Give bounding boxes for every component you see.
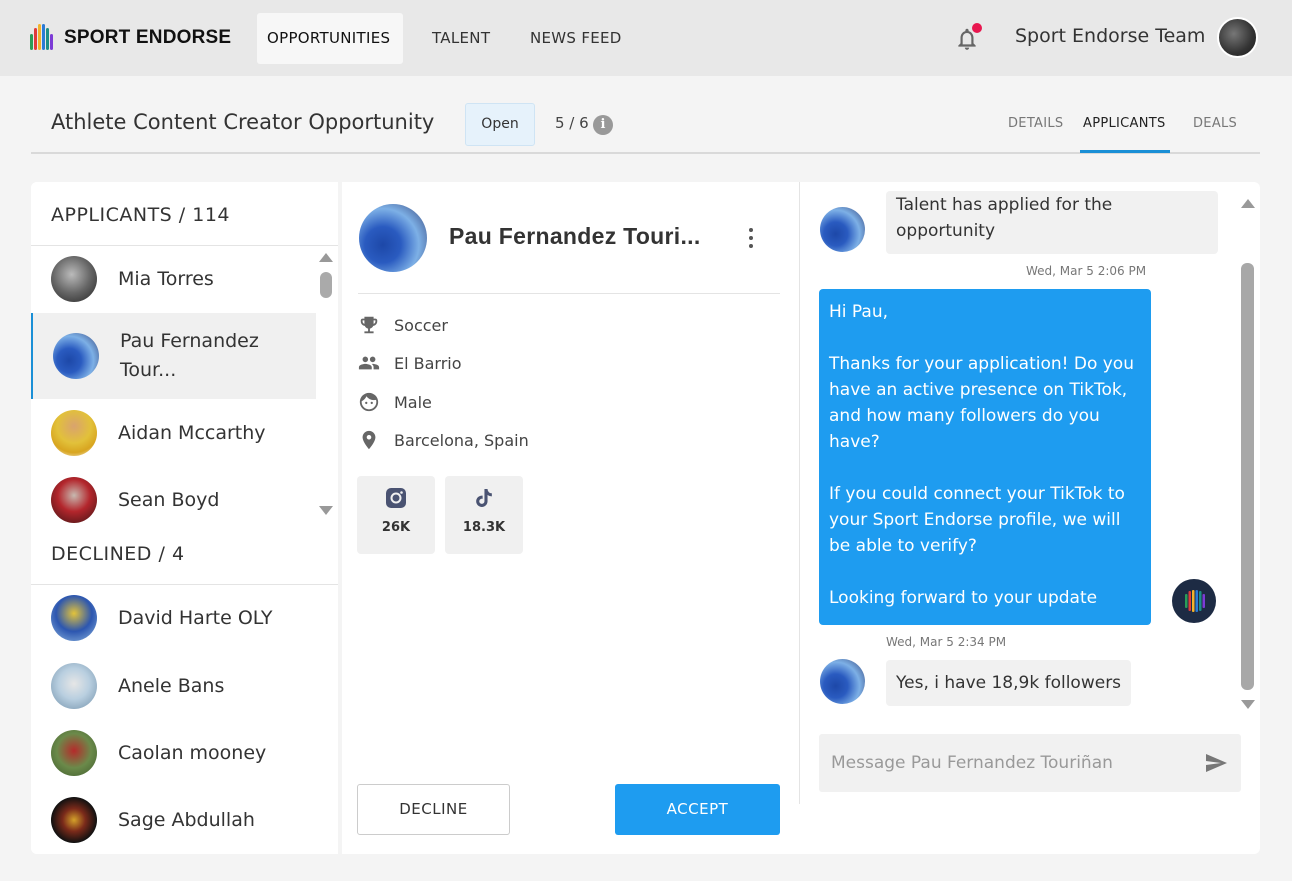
tiktok-followers: 18.3K	[462, 520, 506, 535]
sport-value: Soccer	[394, 315, 448, 335]
declined-name: Caolan mooney	[118, 741, 267, 764]
brand-logo[interactable]: SPORT ENDORSE	[30, 24, 231, 52]
avatar	[51, 797, 97, 843]
applicants-divider	[31, 245, 338, 246]
chat-scroll-down-arrow-icon[interactable]	[1241, 700, 1255, 709]
avatar	[51, 595, 97, 641]
tab-deals[interactable]: DEALS	[1193, 116, 1237, 131]
nav-opportunities[interactable]: OPPORTUNITIES	[257, 13, 403, 64]
opportunity-title: Athlete Content Creator Opportunity	[51, 110, 435, 134]
tabs-divider	[31, 152, 1260, 154]
gender-value: Male	[394, 392, 432, 412]
applicant-name: Mia Torres	[118, 267, 214, 290]
avatar	[51, 410, 97, 456]
talent-chat-avatar	[820, 207, 865, 252]
message-timestamp: Wed, Mar 5 2:06 PM	[1026, 264, 1147, 278]
instagram-icon	[386, 488, 406, 508]
location-row: Barcelona, Spain	[358, 429, 529, 451]
message-timestamp: Wed, Mar 5 2:34 PM	[886, 635, 1007, 649]
avatar	[51, 477, 97, 523]
club-value: El Barrio	[394, 353, 462, 373]
team-chat-avatar	[1172, 579, 1216, 623]
decline-button[interactable]: DECLINE	[357, 784, 510, 835]
chat-divider	[799, 182, 800, 804]
avatar	[51, 256, 97, 302]
applicant-name: Aidan Mccarthy	[118, 421, 266, 444]
avatar	[53, 333, 99, 379]
message-bubble-sent: Hi Pau, Thanks for your application! Do …	[819, 289, 1151, 625]
message-input[interactable]	[831, 750, 1191, 776]
column-gap	[338, 182, 342, 854]
instagram-stat[interactable]: 26K	[357, 476, 435, 554]
face-icon	[359, 392, 379, 412]
logo-icon	[1185, 590, 1205, 612]
profile-name: Pau Fernandez Touri...	[449, 223, 701, 249]
applicants-heading: APPLICANTS / 114	[51, 204, 231, 226]
club-row: El Barrio	[358, 352, 462, 374]
profile-divider	[358, 293, 780, 294]
declined-item[interactable]: Caolan mooney	[31, 729, 316, 777]
declined-divider	[31, 584, 338, 585]
applicant-name: Sean Boyd	[118, 488, 220, 511]
applicant-item[interactable]: Sean Boyd	[31, 476, 316, 524]
declined-name: Anele Bans	[118, 674, 225, 697]
notification-badge	[972, 23, 982, 33]
declined-item[interactable]: David Harte OLY	[31, 594, 316, 642]
gender-row: Male	[358, 391, 432, 413]
trophy-icon	[360, 316, 378, 334]
user-name[interactable]: Sport Endorse Team	[1015, 25, 1205, 47]
applicant-item[interactable]: Aidan Mccarthy	[31, 409, 316, 457]
profile-avatar[interactable]	[359, 204, 427, 272]
message-bubble: Talent has applied for the opportunity	[886, 191, 1218, 254]
applicant-item-selected[interactable]: Pau Fernandez Tour...	[31, 313, 316, 399]
avatar	[51, 663, 97, 709]
logo-icon	[30, 24, 54, 52]
chat-scrollbar-thumb[interactable]	[1241, 263, 1254, 690]
scroll-down-arrow-icon[interactable]	[319, 506, 333, 515]
location-value: Barcelona, Spain	[394, 430, 529, 450]
info-icon[interactable]: i	[593, 115, 613, 135]
location-pin-icon	[362, 430, 376, 450]
tiktok-stat[interactable]: 18.3K	[445, 476, 523, 554]
declined-heading: DECLINED / 4	[51, 543, 185, 565]
scroll-up-arrow-icon[interactable]	[319, 253, 333, 262]
declined-name: Sage Abdullah	[118, 808, 255, 831]
message-bubble: Yes, i have 18,9k followers	[886, 660, 1132, 706]
declined-item[interactable]: Sage Abdullah	[31, 796, 316, 844]
tab-details[interactable]: DETAILS	[1008, 116, 1063, 131]
tab-applicants[interactable]: APPLICANTS	[1083, 116, 1166, 131]
user-avatar[interactable]	[1217, 17, 1258, 58]
list-scrollbar-thumb[interactable]	[320, 272, 332, 298]
nav-talent[interactable]: TALENT	[422, 13, 500, 64]
accept-button[interactable]: ACCEPT	[615, 784, 780, 835]
group-icon	[358, 356, 380, 370]
applicant-item[interactable]: Mia Torres	[31, 255, 316, 303]
tiktok-icon	[476, 489, 492, 507]
status-badge: Open	[465, 103, 535, 146]
sport-row: Soccer	[358, 314, 448, 336]
more-options-icon[interactable]	[741, 226, 761, 250]
brand-name: SPORT ENDORSE	[64, 27, 232, 48]
chat-scroll-up-arrow-icon[interactable]	[1241, 199, 1255, 208]
instagram-followers: 26K	[381, 520, 411, 535]
applicant-name: Pau Fernandez Tour...	[120, 330, 259, 381]
talent-chat-avatar	[820, 659, 865, 704]
message-input-box[interactable]	[819, 734, 1241, 792]
avatar	[51, 730, 97, 776]
declined-item[interactable]: Anele Bans	[31, 662, 316, 710]
nav-news-feed[interactable]: NEWS FEED	[520, 13, 632, 64]
send-icon[interactable]	[1204, 751, 1228, 775]
declined-name: David Harte OLY	[118, 606, 273, 629]
applicant-slot-count: 5 / 6	[555, 114, 589, 132]
active-tab-indicator	[1080, 150, 1170, 153]
